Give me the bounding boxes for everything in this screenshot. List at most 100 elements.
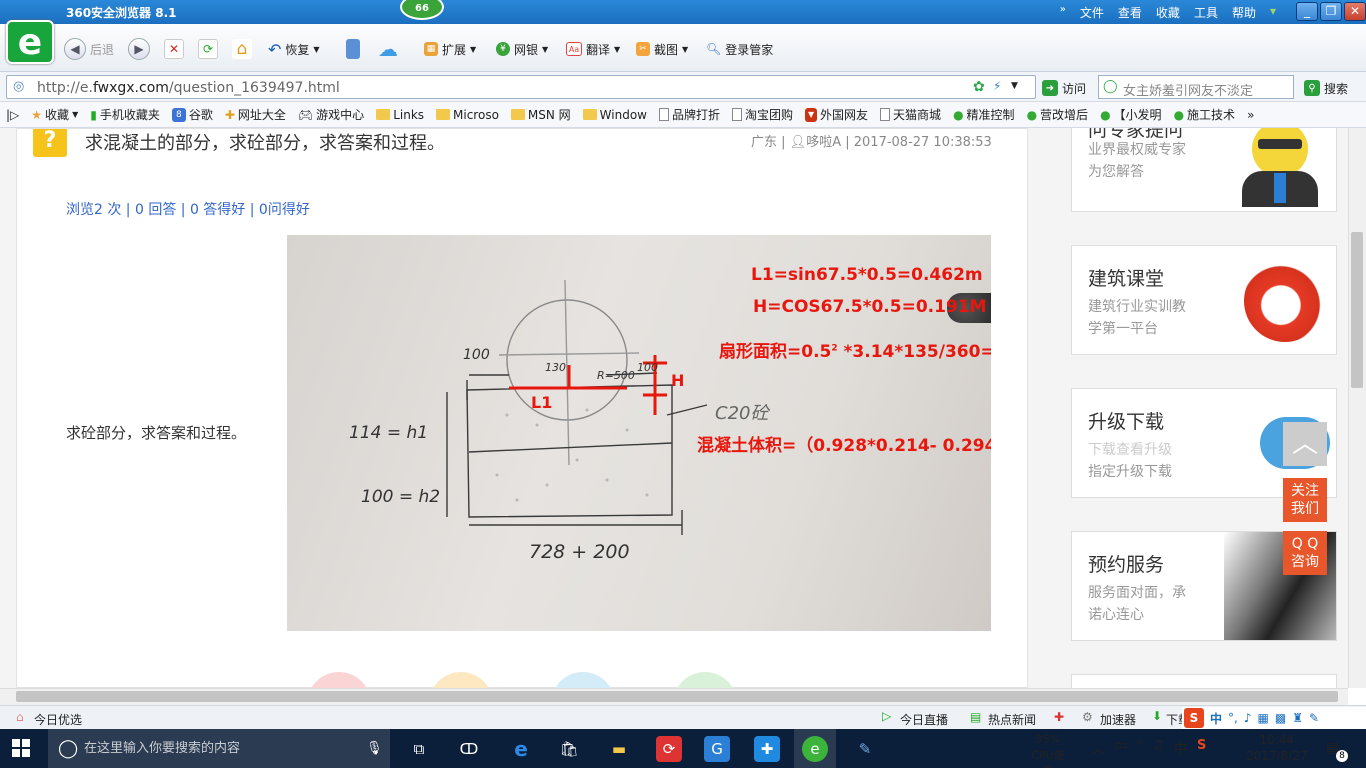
fav-item[interactable]: ● 精准控制 [947, 102, 1021, 128]
bank-button[interactable]: ¥ 网银 ▼ [496, 38, 548, 60]
microphone-icon[interactable]: 🎙︎ [366, 729, 383, 768]
vertical-scrollbar[interactable] [1348, 128, 1366, 688]
qq-consult-button[interactable]: Q Q 咨询 [1283, 531, 1327, 575]
punct-icon[interactable]: °, [1228, 711, 1238, 725]
security-icon[interactable]: ⚡ [993, 79, 1001, 93]
tray-network-icon[interactable]: ▭ [1115, 738, 1127, 757]
restore-button[interactable]: ↶ 恢复 ▼ [268, 38, 320, 60]
sidebar-toggle-icon[interactable]: |▷ [0, 102, 25, 128]
keyboard-icon[interactable]: ▦ [1258, 711, 1269, 725]
grid-icon[interactable]: ▩ [1275, 711, 1286, 725]
shirt-icon[interactable]: ▾ [1270, 4, 1276, 21]
share-circle-icon[interactable] [551, 672, 615, 688]
status-live[interactable]: 今日直播 [900, 711, 948, 728]
minimize-button[interactable]: _ [1296, 2, 1318, 21]
share-circle-icon[interactable] [307, 672, 371, 688]
fav-item[interactable]: ▼ 外国网友 [799, 102, 874, 128]
ime-lang[interactable]: 中 [1210, 710, 1222, 727]
fav-item[interactable]: Window [577, 102, 653, 128]
screenshot-button[interactable]: ✂ 截图 ▼ [636, 38, 688, 60]
question-stats[interactable]: 浏览2 次 | 0 回答 | 0 答得好 | 0问得好 [66, 199, 310, 219]
forward-button[interactable]: ▶ [128, 38, 150, 60]
menu-help[interactable]: 帮助 [1232, 4, 1256, 21]
fav-item[interactable]: ● 【小发明 [1094, 102, 1168, 128]
taskbar-search[interactable]: ◯ 在这里输入你要搜索的内容 🎙︎ [48, 729, 390, 768]
status-news[interactable]: 热点新闻 [988, 711, 1036, 728]
close-button[interactable]: ✕ [1344, 2, 1366, 21]
shirt-icon[interactable]: ♜ [1292, 711, 1303, 725]
back-button[interactable]: ◀ 后退 [64, 38, 114, 60]
search-button[interactable]: ⚲ 搜索 [1304, 77, 1348, 99]
fav-item[interactable]: 天猫商城 [874, 102, 947, 128]
more-favorites-icon[interactable]: » [1241, 102, 1260, 128]
translate-button[interactable]: Aa 翻译 ▼ [566, 38, 620, 60]
fav-item[interactable]: MSN 网 [505, 102, 577, 128]
phone-button[interactable] [346, 38, 360, 60]
mic-icon[interactable]: ♪ [1244, 711, 1252, 725]
fav-item[interactable]: 8 谷歌 [166, 102, 219, 128]
home-button[interactable]: ⌂ [232, 38, 252, 60]
fav-item[interactable]: 淘宝团购 [726, 102, 799, 128]
sogou-icon[interactable]: S [1184, 708, 1204, 728]
score-badge[interactable]: 66 [400, 0, 444, 20]
login-manager-button[interactable]: 🔍︎ 登录管家 [706, 38, 773, 60]
task-view-icon[interactable]: ⧉ [406, 736, 432, 762]
status-accelerator[interactable]: 加速器 [1100, 711, 1136, 728]
app-red-icon[interactable]: ⟳ [656, 736, 682, 762]
go-button[interactable]: ➜ 访问 [1042, 77, 1086, 99]
extend-button[interactable]: ▦ 扩展 ▼ [424, 38, 476, 60]
folder-icon [582, 109, 597, 120]
sidebar-card-expert[interactable]: 问专家提问 业界最权威专家 为您解答 [1071, 128, 1337, 212]
tray-chevron-icon[interactable]: ︿ [1092, 738, 1105, 757]
tray-sogou-icon[interactable]: S [1197, 738, 1206, 757]
tray-lang[interactable]: 中 [1174, 738, 1187, 757]
fav-item[interactable]: Links [370, 102, 430, 128]
wrench-icon[interactable]: ✎ [1309, 711, 1319, 725]
app-plus-icon[interactable]: ✚ [754, 736, 780, 762]
undo-icon: ↶ [268, 39, 282, 59]
menu-file[interactable]: 文件 [1080, 4, 1104, 21]
file-explorer-icon[interactable]: ▬ [606, 736, 632, 762]
fav-collect[interactable]: ★ 收藏 ▼ [25, 102, 84, 128]
fav-item[interactable]: ✚ 网址大全 [219, 102, 292, 128]
menu-tools[interactable]: 工具 [1194, 4, 1218, 21]
fav-item[interactable]: ● 施工技术 [1168, 102, 1242, 128]
cpu-usage[interactable]: 35%CPU使用 [1028, 732, 1068, 768]
url-text[interactable]: http://e.fwxgx.com/question_1639497.html [37, 80, 340, 96]
status-daily-pick[interactable]: 今日优选 [34, 711, 82, 728]
question-photo[interactable]: 100 130 R=500 100 114 = h1 100 = h2 728 … [287, 235, 991, 631]
fav-item[interactable]: ▮ 手机收藏夹 [84, 102, 166, 128]
maximize-button[interactable]: ❐ [1320, 2, 1342, 21]
edge-icon[interactable]: e [508, 736, 534, 762]
fav-item[interactable]: 品牌打折 [653, 102, 726, 128]
tray-wifi-icon[interactable]: ◜ [1137, 738, 1142, 757]
share-circle-icon[interactable] [673, 672, 737, 688]
app-swirl-icon[interactable]: ↀ [456, 736, 482, 762]
search-input[interactable]: ◯ 女主娇羞引网友不淡定 [1098, 75, 1294, 99]
sidebar-card-class[interactable]: 建筑课堂 建筑行业实训教 学第一平台 [1071, 245, 1337, 355]
user-icon: 👤︎ [789, 135, 807, 150]
dropdown-icon[interactable]: ▼ [1011, 81, 1018, 91]
horizontal-scroll-thumb[interactable] [16, 691, 1338, 702]
start-button[interactable] [12, 739, 30, 757]
follow-us-button[interactable]: 关注 我们 [1283, 478, 1327, 522]
refresh-button[interactable]: ⟳ [198, 38, 218, 60]
clock[interactable]: 10:44 2017/8/27 [1246, 732, 1308, 764]
back-to-top-button[interactable]: ︿ [1283, 422, 1327, 466]
app-doc-icon[interactable]: ✎ [852, 736, 878, 762]
fav-item[interactable]: Microso [430, 102, 505, 128]
tray-volume-icon[interactable]: ♫ [1152, 738, 1164, 757]
store-icon[interactable]: 🛍︎ [556, 736, 582, 762]
fav-item[interactable]: ● 营改增后 [1021, 102, 1095, 128]
fav-item[interactable]: 🎮︎ 游戏中心 [292, 102, 370, 128]
share-circle-icon[interactable] [429, 672, 493, 688]
stop-button[interactable]: ✕ [164, 38, 184, 60]
cloud-button[interactable]: ☁ [378, 37, 398, 61]
author-link[interactable]: 哆啦A [806, 135, 841, 150]
app-blue-icon[interactable]: G [704, 736, 730, 762]
address-bar[interactable]: ◎ http://e.fwxgx.com/question_1639497.ht… [6, 75, 1036, 99]
vertical-scroll-thumb[interactable] [1351, 232, 1363, 388]
menu-favorites[interactable]: 收藏 [1156, 4, 1180, 21]
download-icon: ⬇ [1152, 709, 1163, 723]
menu-view[interactable]: 查看 [1118, 4, 1142, 21]
